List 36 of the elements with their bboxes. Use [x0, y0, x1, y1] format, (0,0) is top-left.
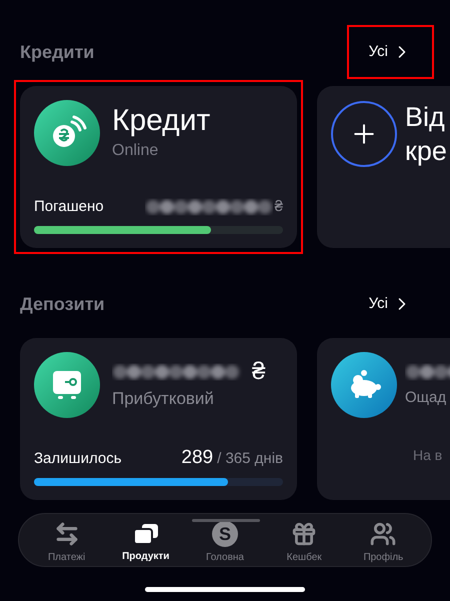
see-all-link[interactable]: Усі	[346, 24, 434, 80]
savings-card[interactable]: Ощад На в	[317, 338, 450, 500]
see-all-link[interactable]: Усі	[346, 276, 434, 332]
currency-sign: ₴	[252, 358, 266, 386]
days-left: 289	[181, 446, 214, 468]
people-icon	[370, 521, 396, 547]
safe-icon	[34, 352, 100, 418]
home-logo-icon: S	[212, 521, 238, 547]
drag-handle	[192, 519, 260, 522]
tab-bar-item[interactable]: Профіль	[347, 515, 420, 565]
card-title: Кредит	[112, 103, 210, 139]
card-subtitle: Online	[112, 141, 160, 161]
coin-icon	[34, 100, 100, 166]
card-title: кре	[405, 135, 447, 168]
card-subtitle: Ощад	[405, 388, 448, 408]
card-note: На в	[413, 447, 442, 463]
cards-icon	[132, 522, 159, 546]
card-title: Від	[405, 101, 446, 134]
days-total: / 365 днів	[217, 448, 283, 468]
card-subtitle: Прибутковий	[112, 388, 215, 410]
deposit-card[interactable]: ₴ Прибутковий Залишилось 289 / 365 днів	[20, 338, 297, 500]
credit-card[interactable]: Кредит Online Погашено ₴	[20, 86, 297, 248]
tab-bar-item[interactable]: Кешбек	[268, 515, 340, 565]
tab-bar-item[interactable]: S Головна	[188, 515, 261, 565]
section-title: Депозити	[20, 292, 105, 316]
plus-icon	[331, 101, 397, 167]
tab-bar-item[interactable]: Продукти	[110, 516, 182, 564]
transfer-icon	[54, 521, 80, 547]
currency-sign: ₴	[274, 196, 283, 216]
tab-bar-item[interactable]: Платежі	[30, 515, 103, 565]
progress-label: Залишилось	[34, 448, 122, 468]
gift-icon	[291, 521, 318, 547]
progress-label: Погашено	[34, 196, 104, 216]
section-title: Кредити	[20, 40, 94, 64]
piggy-bank-icon	[331, 352, 397, 418]
new-credit-card[interactable]: Від кре	[317, 86, 450, 248]
